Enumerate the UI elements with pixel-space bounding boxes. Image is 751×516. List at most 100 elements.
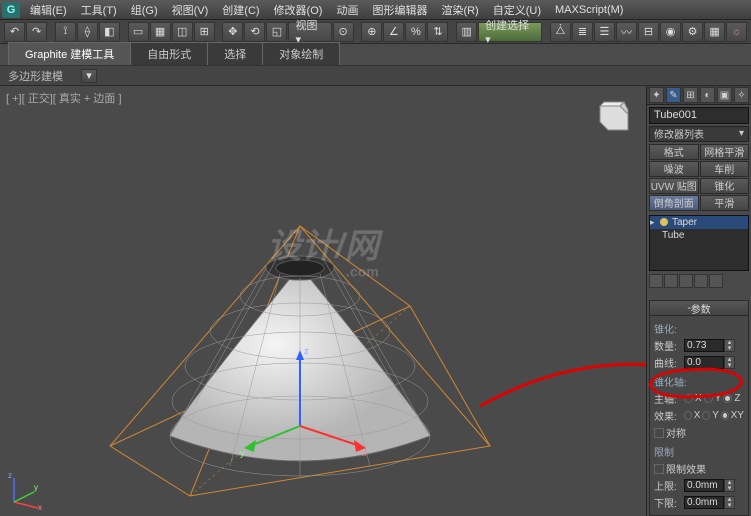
- menu-create[interactable]: 创建(C): [216, 0, 265, 20]
- tab-select[interactable]: 选择: [207, 42, 263, 65]
- bulb-icon[interactable]: [660, 218, 668, 226]
- menu-view[interactable]: 视图(V): [166, 0, 215, 20]
- amount-spinner[interactable]: ▴▾: [684, 339, 735, 352]
- modstack-item-tube[interactable]: Tube: [650, 229, 748, 242]
- hierarchy-tab-icon[interactable]: ⊞: [683, 87, 698, 103]
- remove-mod-icon[interactable]: [694, 274, 708, 288]
- mod-btn-1[interactable]: 网格平滑: [700, 144, 750, 160]
- symmetry-checkbox[interactable]: [654, 428, 664, 438]
- section-limit-label: 限制: [654, 444, 674, 459]
- bind-button[interactable]: ◧: [99, 22, 120, 42]
- scale-button[interactable]: ◱: [266, 22, 287, 42]
- spinner-arrows-icon[interactable]: ▴▾: [724, 496, 735, 509]
- mirror-button[interactable]: ⧊: [550, 22, 571, 42]
- menu-group[interactable]: 组(G): [125, 0, 164, 20]
- expand-icon[interactable]: ▸: [650, 217, 655, 228]
- undo-button[interactable]: ↶: [4, 22, 25, 42]
- mod-btn-7[interactable]: 平滑: [700, 195, 750, 211]
- viewport-label[interactable]: [ +][ 正交][ 真实 + 边面 ]: [6, 90, 122, 106]
- object-name-field[interactable]: Tube001: [649, 107, 749, 123]
- modify-tab-icon[interactable]: ✎: [666, 87, 681, 103]
- rotate-button[interactable]: ⟲: [244, 22, 265, 42]
- effect-xy-radio[interactable]: [721, 411, 729, 420]
- align-button[interactable]: ≣: [572, 22, 593, 42]
- select-button[interactable]: ▭: [128, 22, 149, 42]
- ribbon-panel-label: 多边形建模: [8, 68, 63, 84]
- menu-edit[interactable]: 编辑(E): [24, 0, 73, 20]
- rollout-parameters-header[interactable]: - 参数: [649, 300, 749, 316]
- configure-icon[interactable]: [709, 274, 723, 288]
- modstack-item-taper[interactable]: ▸ Taper: [650, 216, 748, 229]
- mod-btn-2[interactable]: 噪波: [649, 161, 699, 177]
- primary-axis-label: 主轴:: [654, 391, 682, 406]
- svg-text:y: y: [240, 448, 245, 458]
- upper-spinner[interactable]: ▴▾: [684, 479, 735, 492]
- motion-tab-icon[interactable]: ◐: [700, 87, 715, 103]
- pin-stack-icon[interactable]: [649, 274, 663, 288]
- pivot-button[interactable]: ⊙: [333, 22, 354, 42]
- render-setup-button[interactable]: ⚙: [682, 22, 703, 42]
- viewcube-icon[interactable]: [588, 96, 632, 140]
- mod-btn-3[interactable]: 车削: [700, 161, 750, 177]
- utilities-tab-icon[interactable]: ✧: [734, 87, 749, 103]
- snap-toggle[interactable]: ⊕: [361, 22, 382, 42]
- display-tab-icon[interactable]: ▣: [717, 87, 732, 103]
- material-button[interactable]: ◉: [660, 22, 681, 42]
- upper-input[interactable]: [684, 479, 724, 492]
- spinner-snap[interactable]: ⇅: [427, 22, 448, 42]
- axis-z-radio[interactable]: [723, 394, 732, 403]
- amount-input[interactable]: [684, 339, 724, 352]
- menu-anim[interactable]: 动画: [330, 0, 364, 20]
- select-rect-button[interactable]: ◫: [172, 22, 193, 42]
- named-sel-button[interactable]: ▥: [456, 22, 477, 42]
- angle-snap[interactable]: ∠: [383, 22, 404, 42]
- spinner-arrows-icon[interactable]: ▴▾: [724, 479, 735, 492]
- reference-coord-dropdown[interactable]: 视图 ▾: [288, 22, 331, 42]
- mod-btn-6[interactable]: 倒角剖面: [649, 195, 699, 211]
- axis-y-radio[interactable]: [704, 394, 713, 403]
- viewport[interactable]: [ +][ 正交][ 真实 + 边面 ]: [0, 86, 646, 516]
- curve-input[interactable]: [684, 356, 724, 369]
- ribbon-expand-icon[interactable]: ▾: [81, 69, 97, 83]
- menu-graph[interactable]: 图形编辑器: [366, 0, 433, 20]
- link-button[interactable]: ⟟: [55, 22, 76, 42]
- mod-btn-4[interactable]: UVW 贴图: [649, 178, 699, 194]
- menu-tools[interactable]: 工具(T): [75, 0, 123, 20]
- modifier-list-dropdown[interactable]: 修改器列表▾: [649, 126, 749, 142]
- unlink-button[interactable]: ⟠: [77, 22, 98, 42]
- mod-btn-0[interactable]: 格式: [649, 144, 699, 160]
- tab-objpaint[interactable]: 对象绘制: [262, 42, 340, 65]
- spinner-arrows-icon[interactable]: ▴▾: [724, 356, 735, 369]
- render-frame-button[interactable]: ▦: [704, 22, 725, 42]
- window-cross-button[interactable]: ⊞: [194, 22, 215, 42]
- limit-effect-checkbox[interactable]: [654, 464, 664, 474]
- redo-button[interactable]: ↷: [26, 22, 47, 42]
- lower-input[interactable]: [684, 496, 724, 509]
- spinner-arrows-icon[interactable]: ▴▾: [724, 339, 735, 352]
- axis-x-radio[interactable]: [684, 394, 693, 403]
- tab-freeform[interactable]: 自由形式: [130, 42, 208, 65]
- modifier-stack[interactable]: ▸ Taper Tube: [649, 215, 749, 271]
- effect-x-radio[interactable]: [684, 411, 692, 420]
- menu-render[interactable]: 渲染(R): [435, 0, 484, 20]
- menu-maxscript[interactable]: MAXScript(M): [549, 2, 629, 18]
- mod-btn-5[interactable]: 锥化: [700, 178, 750, 194]
- effect-y-radio[interactable]: [702, 411, 710, 420]
- tab-graphite[interactable]: Graphite 建模工具: [8, 42, 131, 65]
- create-tab-icon[interactable]: ✦: [649, 87, 664, 103]
- move-button[interactable]: ✥: [222, 22, 243, 42]
- percent-snap[interactable]: %: [405, 22, 426, 42]
- select-name-button[interactable]: ▦: [150, 22, 171, 42]
- show-end-icon[interactable]: [664, 274, 678, 288]
- lower-spinner[interactable]: ▴▾: [684, 496, 735, 509]
- render-button[interactable]: ☼: [726, 22, 747, 42]
- layers-button[interactable]: ☰: [594, 22, 615, 42]
- menu-bar: G 编辑(E) 工具(T) 组(G) 视图(V) 创建(C) 修改器(O) 动画…: [0, 0, 751, 20]
- curve-editor-button[interactable]: 〰: [616, 22, 637, 42]
- symmetry-label: 对称: [666, 425, 686, 440]
- unique-icon[interactable]: [679, 274, 693, 288]
- curve-spinner[interactable]: ▴▾: [684, 356, 735, 369]
- named-sel-dropdown[interactable]: 创建选择 ▾: [478, 22, 542, 42]
- schematic-button[interactable]: ⊟: [638, 22, 659, 42]
- limit-effect-label: 限制效果: [666, 461, 706, 476]
